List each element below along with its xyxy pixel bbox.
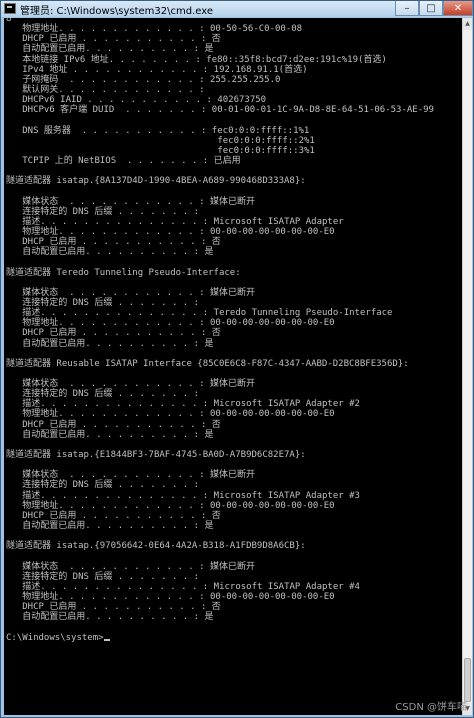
prompt-line: C:\Windows\system> [6,633,434,643]
scroll-up-button[interactable]: ▲ [463,18,472,30]
console-line: 自动配置已启用. . . . . . . . . . : 是 [6,247,214,258]
console-line: DHCP 已启用 . . . . . . . . . . . : 否 [6,237,221,248]
console-line: 物理地址. . . . . . . . . . . . . : 00-00-00… [6,592,335,603]
console-line: 连接特定的 DNS 后缀 . . . . . . . : [6,297,200,308]
console-line: 描述. . . . . . . . . . . . . . . : Teredo… [6,308,393,319]
console-line: 物理地址. . . . . . . . . . . . . : 00-00-00… [6,318,335,329]
console-line: 描述. . . . . . . . . . . . . . . : Micros… [6,490,360,501]
console-line: 隧道适配器 isatap.{E1844BF3-7BAF-4745-BA0D-A7… [6,450,306,461]
console-line: 自动配置已启用. . . . . . . . . . : 是 [6,429,214,440]
console-line: 隧道适配器 isatap.{8A137D4D-1990-4BEA-A689-99… [6,176,306,187]
console-line: DHCP 已启用 . . . . . . . . . . . : 否 [6,34,221,45]
minimize-button[interactable]: – [395,1,419,16]
console-line: IPv4 地址 . . . . . . . . . . . . : 192.16… [6,64,308,75]
console-line: DHCP 已启用 . . . . . . . . . . . : 否 [6,510,221,521]
console-output[interactable]: 8 物理地址. . . . . . . . . . . . . : 00-50-… [4,18,462,715]
watermark: CSDN @饼车喵 [395,702,467,713]
console-line: 隧道适配器 Teredo Tunneling Pseudo-Interface: [6,267,241,278]
console-line: DHCP 已启用 . . . . . . . . . . . : 否 [6,328,221,339]
console-line: 自动配置已启用. . . . . . . . . . : 是 [6,44,214,55]
console-line: DHCPv6 IAID . . . . . . . . . . . : 4026… [6,95,267,106]
console-lines: 8 物理地址. . . . . . . . . . . . . : 00-50-… [6,18,434,643]
console-line: 自动配置已启用. . . . . . . . . . : 是 [6,338,214,349]
console-line: DHCPv6 客户端 DUID . . . . . . . : 00-01-00… [6,105,434,116]
console-line: 子网掩码 . . . . . . . . . . . . : 255.255.2… [6,74,281,85]
console-line: 连接特定的 DNS 后缀 . . . . . . . : [6,389,200,400]
scrollbar-thumb[interactable] [464,658,471,702]
console-line: DHCP 已启用 . . . . . . . . . . . : 否 [6,419,221,430]
console-line: fec0:0:0:ffff::2%1 [6,135,315,146]
console-line: 物理地址. . . . . . . . . . . . . : 00-00-00… [6,500,335,511]
console-line: 媒体状态 . . . . . . . . . . . . : 媒体已断开 [6,287,255,298]
console-icon [4,3,16,14]
console-line: fec0:0:0:ffff::3%1 [6,145,315,156]
console-line: 隧道适配器 isatap.{97056642-0E64-4A2A-B318-A1… [6,541,306,552]
console-line: 媒体状态 . . . . . . . . . . . . : 媒体已断开 [6,379,255,390]
console-line: DNS 服务器 . . . . . . . . . . . : fec0:0:0… [6,125,310,136]
console-line: 自动配置已启用. . . . . . . . . . : 是 [6,521,214,532]
console-line: 默认网关. . . . . . . . . . . . . : [6,84,205,95]
console-line: 媒体状态 . . . . . . . . . . . . : 媒体已断开 [6,561,255,572]
text-cursor [103,638,110,641]
console-line: 连接特定的 DNS 后缀 . . . . . . . : [6,571,200,582]
console-line: 隧道适配器 Reusable ISATAP Interface {85C0E6C… [6,358,409,369]
title-bar[interactable]: 管理员: C:\Windows\system32\cmd.exe – □ ✕ [1,1,473,17]
console-line: TCPIP 上的 NetBIOS . . . . . . . : 已启用 [6,155,241,166]
console-line: 连接特定的 DNS 后缀 . . . . . . . : [6,480,200,491]
console-line: 媒体状态 . . . . . . . . . . . . : 媒体已断开 [6,196,255,207]
window-title: 管理员: C:\Windows\system32\cmd.exe [20,6,214,17]
console-line: 物理地址. . . . . . . . . . . . . : 00-00-00… [6,409,335,420]
vertical-scrollbar[interactable]: ▲ ▼ [462,18,472,715]
console-line: DHCP 已启用 . . . . . . . . . . . : 否 [6,602,221,613]
console-line: 连接特定的 DNS 后缀 . . . . . . . : [6,206,200,217]
console-line: 描述. . . . . . . . . . . . . . . : Micros… [6,216,344,227]
console-line: 物理地址. . . . . . . . . . . . . : 00-00-00… [6,226,335,237]
maximize-button[interactable]: □ [419,1,443,16]
console-line: 描述. . . . . . . . . . . . . . . : Micros… [6,399,360,410]
console-line: 自动配置已启用. . . . . . . . . . : 是 [6,612,214,623]
console-line: 描述. . . . . . . . . . . . . . . : Micros… [6,581,360,592]
console-line: 本地链接 IPv6 地址. . . . . . . . : fe80::35f8… [6,54,387,65]
close-button[interactable]: ✕ [443,1,473,16]
console-line: 媒体状态 . . . . . . . . . . . . : 媒体已断开 [6,470,255,481]
cmd-window: 管理员: C:\Windows\system32\cmd.exe – □ ✕ 8… [0,0,474,718]
console-line: 物理地址. . . . . . . . . . . . . : 00-50-56… [6,24,303,35]
